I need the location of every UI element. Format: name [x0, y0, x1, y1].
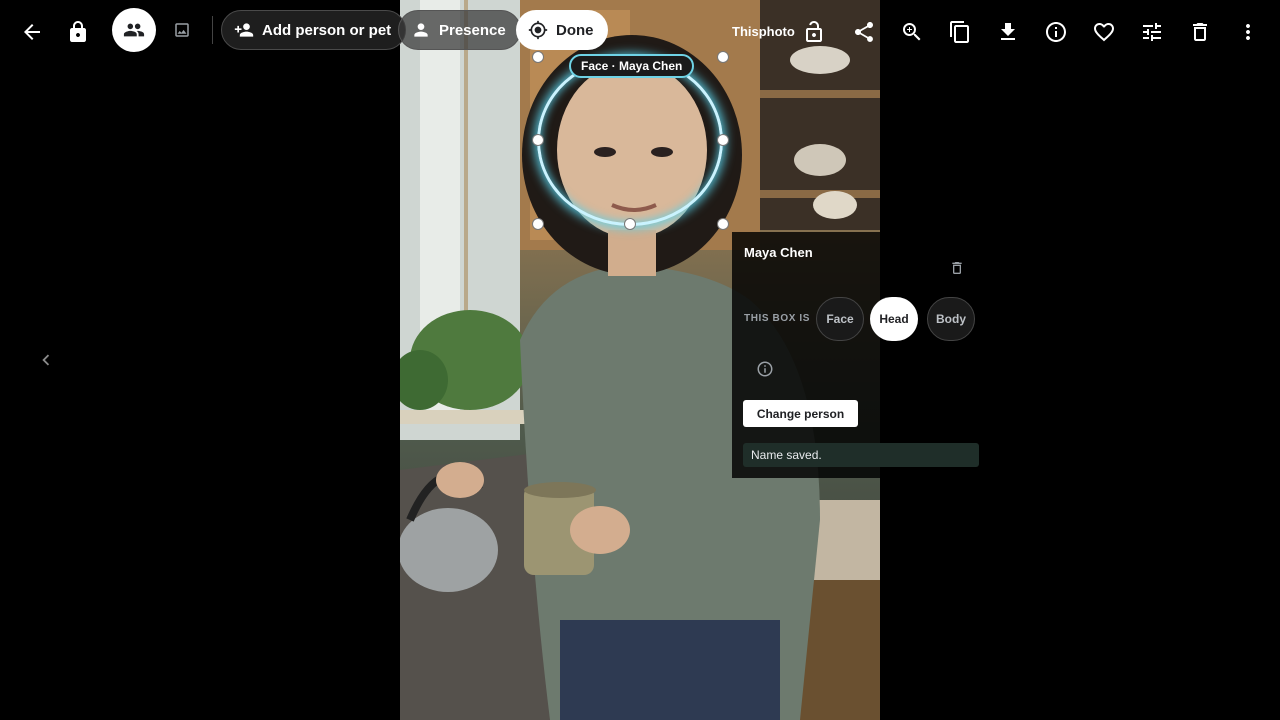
unlock-icon — [806, 21, 822, 42]
info-icon — [757, 361, 773, 377]
remove-person-button[interactable] — [944, 255, 970, 281]
resize-handle-bottom-right[interactable] — [717, 218, 729, 230]
chevron-left-icon — [42, 354, 50, 366]
scope-label: Thisphoto — [732, 24, 795, 39]
copy-button[interactable] — [940, 12, 980, 52]
share-button[interactable] — [844, 12, 884, 52]
resize-handle-bottom-left[interactable] — [532, 218, 544, 230]
share-icon — [855, 22, 873, 42]
people-icon — [123, 23, 145, 37]
box-type-face[interactable]: Face — [816, 297, 864, 341]
add-person-button[interactable]: Add person or pet — [221, 10, 407, 50]
box-type-body[interactable]: Body — [927, 297, 975, 341]
tune-icon — [1143, 23, 1161, 41]
people-mode-button[interactable] — [112, 8, 156, 52]
unlock-button[interactable] — [794, 12, 834, 52]
resize-handle-right[interactable] — [717, 134, 729, 146]
add-person-label: Add person or pet — [262, 21, 392, 39]
info-icon — [1046, 22, 1066, 42]
delete-button[interactable] — [1180, 12, 1220, 52]
box-type-info-button[interactable] — [755, 359, 775, 379]
resize-handle-bottom[interactable] — [624, 218, 636, 230]
box-type-label: THIS BOX IS — [744, 313, 811, 324]
toolbar-divider — [212, 16, 213, 44]
target-icon — [528, 20, 548, 40]
status-toast: Name saved. — [743, 443, 979, 467]
resize-handle-top-right[interactable] — [717, 51, 729, 63]
zoom-button[interactable] — [892, 12, 932, 52]
info-button[interactable] — [1036, 12, 1076, 52]
copy-icon — [950, 21, 969, 43]
download-icon — [1001, 23, 1015, 40]
edit-button[interactable] — [1132, 12, 1172, 52]
zoom-in-icon — [903, 23, 921, 41]
presence-label: Presence — [439, 21, 506, 39]
download-button[interactable] — [988, 12, 1028, 52]
person-name: Maya Chen — [744, 245, 813, 260]
back-arrow-icon — [24, 24, 40, 40]
more-options-button[interactable] — [1228, 12, 1268, 52]
person-panel — [732, 232, 880, 478]
presence-button[interactable]: Presence — [398, 10, 521, 50]
trash-icon — [952, 262, 962, 274]
back-button[interactable] — [12, 12, 52, 52]
resize-handle-top-left[interactable] — [532, 51, 544, 63]
face-box-label: Face · Maya Chen — [569, 54, 695, 78]
done-button[interactable]: Done — [516, 10, 608, 50]
heart-icon — [1094, 23, 1114, 42]
image-icon — [175, 23, 189, 37]
change-person-button[interactable]: Change person — [743, 400, 858, 427]
add-person-icon — [234, 23, 254, 37]
trash-icon — [1193, 23, 1207, 41]
more-vert-icon — [1246, 24, 1250, 40]
face-selection-box[interactable] — [537, 56, 723, 226]
done-label: Done — [556, 21, 594, 39]
box-type-head[interactable]: Head — [870, 297, 918, 341]
resize-handle-left[interactable] — [532, 134, 544, 146]
image-mode-button[interactable] — [162, 10, 202, 50]
lock-button[interactable] — [58, 12, 98, 52]
person-icon — [414, 23, 428, 37]
favorite-button[interactable] — [1084, 12, 1124, 52]
previous-photo-button[interactable] — [32, 345, 60, 375]
lock-icon — [70, 21, 86, 42]
